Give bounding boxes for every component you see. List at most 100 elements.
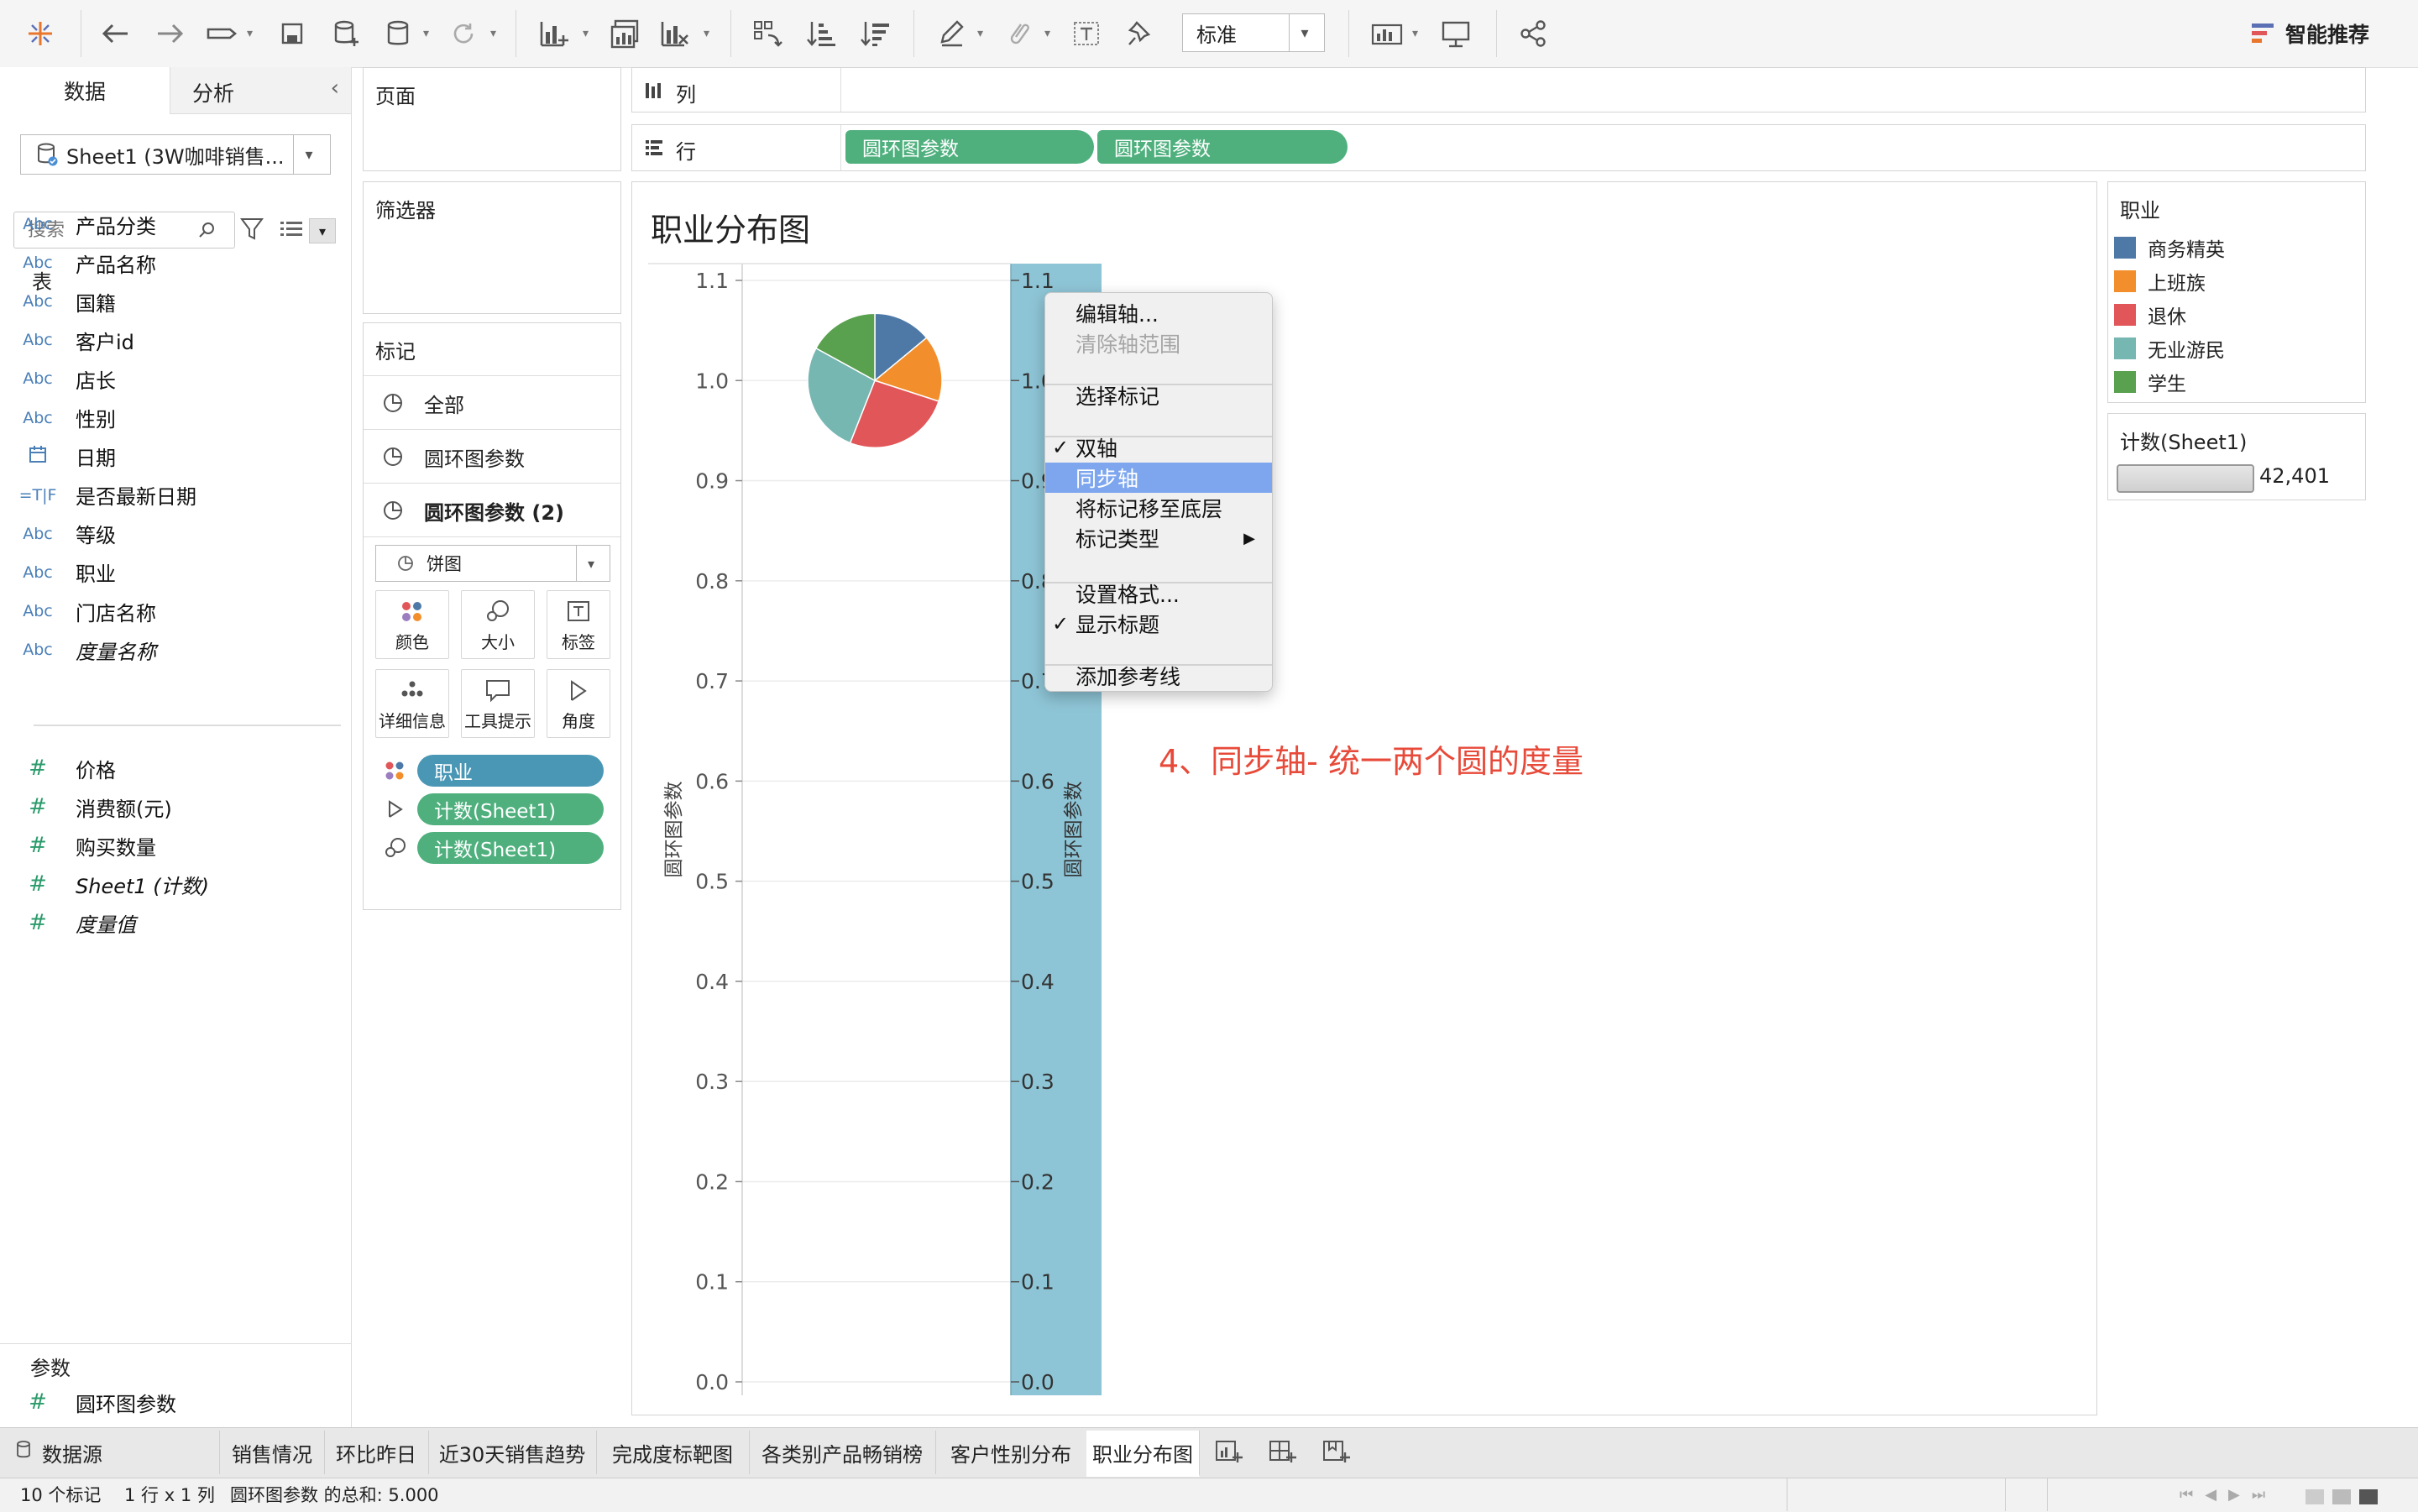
legend-item[interactable]: 学生 [2114,366,2186,398]
chevron-down-icon[interactable]: ▾ [583,27,589,40]
first-sheet-icon[interactable]: ⏮ [2180,1486,2193,1504]
color-button[interactable]: 颜色 [375,590,449,659]
new-dashboard-tab-icon[interactable] [1268,1437,1298,1466]
tab-data[interactable]: 数据 [0,67,170,114]
show-mark-labels-icon[interactable] [1068,12,1105,55]
last-sheet-icon[interactable]: ⏭ [2252,1486,2265,1504]
filters-card[interactable]: 筛选器 [363,181,621,314]
sheet-tab[interactable]: 职业分布图 [1086,1431,1200,1477]
view-size-select[interactable]: 标准 ▾ [1182,13,1325,52]
menu-item[interactable]: ✓ 双轴 [1045,432,1272,463]
dimension-field[interactable]: Abc 产品分类 [0,207,351,242]
collapse-pane-icon[interactable]: ‹ [331,76,339,101]
highlight-pen-icon[interactable] [934,12,971,55]
measure-field[interactable]: # 价格 [0,751,351,786]
sheet-tab[interactable]: 完成度标靶图 [596,1431,750,1474]
measure-field[interactable]: # 购买数量 [0,828,351,863]
chevron-down-icon[interactable]: ▾ [977,27,983,40]
dimension-field[interactable]: Abc 度量名称 [0,632,351,667]
menu-item[interactable]: 编辑轴... [1045,298,1272,328]
label-button[interactable]: 标签 [547,590,610,659]
dimension-field[interactable]: Abc 国籍 [0,284,351,319]
legend-item[interactable]: 上班族 [2114,265,2206,297]
redo-icon[interactable] [149,12,190,55]
measure-field[interactable]: # 消费额(元) [0,789,351,824]
marks-layer-1[interactable]: 圆环图参数 [364,431,620,483]
sheet-grid-view-icon[interactable] [2305,1489,2324,1504]
chevron-down-icon[interactable]: ▾ [423,27,429,40]
measure-field[interactable]: # Sheet1 (计数) [0,866,351,902]
tab-analysis[interactable]: 分析 ‹ [170,67,351,114]
parameter-field[interactable]: # 圆环图参数 [0,1384,351,1420]
menu-item[interactable]: 添加参考线 [1045,661,1272,691]
sheet-navigation[interactable]: ⏮ ◀ ▶ ⏭ [2180,1486,2265,1504]
marks-layer-2[interactable]: 圆环图参数 (2) [364,484,620,536]
menu-item[interactable]: 将标记移至底层 [1045,493,1272,523]
previous-sheet-icon[interactable]: ◀ [2205,1486,2216,1504]
columns-shelf[interactable]: 列 [631,67,2366,112]
row-pill-2[interactable]: 圆环图参数 [1097,130,1348,164]
presentation-mode-icon[interactable] [1436,12,1476,55]
menu-item[interactable]: 同步轴 [1045,463,1272,493]
undo-icon[interactable] [96,12,136,55]
mark-pill-angle[interactable]: 计数(Sheet1) [417,793,604,825]
menu-item[interactable]: 标记类型 ▶ [1045,523,1272,553]
sheet-tabs-view-icon[interactable] [2359,1489,2378,1504]
legend-item[interactable]: 退休 [2114,299,2186,331]
new-worksheet-tab-icon[interactable] [1214,1437,1244,1466]
group-members-icon[interactable] [999,12,1036,55]
replay-icon[interactable] [202,12,242,55]
chevron-down-icon[interactable]: ▾ [1412,27,1418,40]
new-worksheet-icon[interactable] [534,12,574,55]
dimension-field[interactable]: Abc 门店名称 [0,594,351,629]
sort-ascending-icon[interactable] [801,12,841,55]
dimension-field[interactable]: Abc 店长 [0,361,351,396]
view-mode-switch[interactable] [2305,1489,2378,1504]
size-legend[interactable]: 计数(Sheet1) 42,401 [2107,413,2366,500]
menu-item[interactable]: ✓ 显示标题 [1045,609,1272,639]
datasource-select[interactable]: Sheet1 (3W咖啡销售... ▾ [20,134,331,175]
tableau-logo-icon[interactable] [22,12,59,55]
sheet-filmstrip-view-icon[interactable] [2332,1489,2351,1504]
refresh-icon[interactable] [445,12,482,55]
dimension-field[interactable]: =T|F 是否最新日期 [0,478,351,513]
mark-type-select[interactable]: 饼图 ▾ [375,545,610,582]
measure-field[interactable]: # 度量值 [0,905,351,940]
chevron-down-icon[interactable]: ▾ [247,27,253,40]
fix-axes-pin-icon[interactable] [1122,12,1159,55]
dimension-field[interactable]: 日期 [0,439,351,474]
dimension-field[interactable]: Abc 客户id [0,322,351,358]
mark-pill-color[interactable]: 职业 [417,755,604,787]
legend-item[interactable]: 无业游民 [2114,332,2225,364]
datasource-icon[interactable] [379,12,416,55]
smart-recommend-button[interactable]: 智能推荐 [2250,17,2369,50]
angle-button[interactable]: 角度 [547,669,610,738]
show-cards-icon[interactable] [1367,12,1407,55]
pages-card[interactable]: 页面 [363,67,621,171]
dimension-field[interactable]: Abc 产品名称 [0,245,351,280]
sort-descending-icon[interactable] [855,12,895,55]
sheet-tab[interactable]: 各类别产品畅销榜 [749,1431,936,1474]
save-icon[interactable] [274,12,311,55]
chevron-down-icon[interactable]: ▾ [704,27,709,40]
dimension-field[interactable]: Abc 等级 [0,516,351,552]
next-sheet-icon[interactable]: ▶ [2228,1486,2240,1504]
new-story-tab-icon[interactable] [1322,1437,1352,1466]
chevron-down-icon[interactable]: ▾ [490,27,496,40]
sheet-tab[interactable]: 近30天销售趋势 [428,1431,597,1474]
menu-item[interactable]: 选择标记 [1045,380,1272,411]
tooltip-button[interactable]: 工具提示 [461,669,535,738]
dimension-field[interactable]: Abc 职业 [0,555,351,590]
rows-shelf[interactable]: 行 圆环图参数 圆环图参数 [631,124,2366,171]
size-button[interactable]: 大小 [461,590,535,659]
menu-item[interactable]: 设置格式... [1045,578,1272,609]
share-icon[interactable] [1515,12,1552,55]
row-pill-1[interactable]: 圆环图参数 [845,130,1094,164]
legend-item[interactable]: 商务精英 [2114,232,2225,264]
swap-rows-columns-icon[interactable] [747,12,788,55]
sheet-tab[interactable]: 客户性别分布 [935,1431,1087,1474]
sheet-tab[interactable]: 环比昨日 [324,1431,429,1474]
detail-button[interactable]: 详细信息 [375,669,449,738]
mark-pill-size[interactable]: 计数(Sheet1) [417,832,604,864]
clear-sheet-icon[interactable] [655,12,695,55]
